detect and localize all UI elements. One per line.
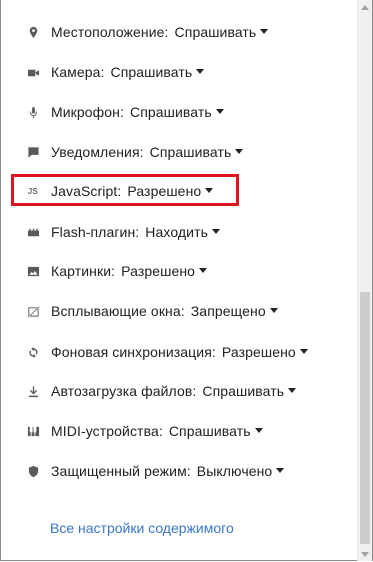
setting-row-auto-downloads[interactable]: Автозагрузка файлов: Спрашивать bbox=[26, 380, 297, 402]
setting-row-images[interactable]: Картинки: Разрешено bbox=[26, 260, 208, 282]
setting-label: Камера: bbox=[51, 64, 105, 80]
setting-value-dropdown[interactable]: Спрашивать bbox=[130, 104, 212, 120]
scroll-down-arrow-icon[interactable] bbox=[358, 547, 372, 561]
chevron-down-icon[interactable] bbox=[235, 148, 244, 154]
setting-row-flash[interactable]: Flash-плагин: Находить bbox=[26, 221, 220, 243]
setting-label: MIDI-устройства: bbox=[51, 423, 163, 439]
chevron-down-icon[interactable] bbox=[269, 307, 278, 313]
image-icon bbox=[26, 264, 40, 278]
setting-label: Автозагрузка файлов: bbox=[51, 383, 197, 399]
setting-value-dropdown[interactable]: Спрашивать bbox=[169, 423, 251, 439]
notification-icon bbox=[26, 145, 40, 159]
setting-value-dropdown[interactable]: Спрашивать bbox=[150, 144, 232, 160]
setting-row-popups[interactable]: Всплывающие окна: Запрещено bbox=[26, 300, 278, 322]
scroll-up-arrow-icon[interactable] bbox=[358, 0, 372, 14]
chevron-down-icon[interactable] bbox=[254, 427, 263, 433]
setting-value-dropdown[interactable]: Разрешено bbox=[121, 263, 195, 279]
setting-row-camera[interactable]: Камера: Спрашивать bbox=[26, 61, 205, 83]
setting-value-dropdown[interactable]: Спрашивать bbox=[175, 24, 257, 40]
chevron-down-icon[interactable] bbox=[212, 228, 220, 234]
setting-value-dropdown[interactable]: Находить bbox=[145, 224, 208, 240]
setting-row-microphone[interactable]: Микрофон: Спрашивать bbox=[26, 101, 224, 123]
setting-row-notifications[interactable]: Уведомления: Спрашивать bbox=[26, 141, 244, 163]
setting-row-protected-mode[interactable]: Защищенный режим: Выключено bbox=[26, 460, 285, 482]
camera-icon bbox=[26, 65, 40, 79]
setting-value-dropdown[interactable]: Спрашивать bbox=[202, 383, 284, 399]
flash-plugin-icon bbox=[26, 225, 40, 239]
setting-row-background-sync[interactable]: Фоновая синхронизация: Разрешено bbox=[26, 341, 308, 363]
chevron-down-icon[interactable] bbox=[215, 108, 224, 114]
setting-row-midi[interactable]: MIDI-устройства: Спрашивать bbox=[26, 420, 263, 442]
chevron-down-icon[interactable] bbox=[199, 267, 208, 273]
chevron-down-icon[interactable] bbox=[288, 387, 297, 393]
chevron-down-icon[interactable] bbox=[196, 68, 205, 74]
setting-label: Уведомления: bbox=[51, 144, 144, 160]
setting-value-dropdown[interactable]: Запрещено bbox=[191, 303, 266, 319]
shield-icon bbox=[26, 464, 40, 478]
chevron-down-icon[interactable] bbox=[260, 28, 269, 34]
setting-label: Местоположение: bbox=[51, 24, 169, 40]
location-pin-icon bbox=[26, 25, 40, 39]
setting-label: Защищенный режим: bbox=[51, 463, 191, 479]
sync-icon bbox=[26, 345, 40, 359]
setting-row-location[interactable]: Местоположение: Спрашивать bbox=[26, 21, 269, 43]
setting-value-dropdown[interactable]: Выключено bbox=[197, 463, 273, 479]
microphone-icon bbox=[26, 105, 40, 119]
midi-icon bbox=[26, 424, 40, 438]
javascript-highlight-box bbox=[11, 174, 239, 206]
scrollbar-thumb[interactable] bbox=[360, 292, 370, 544]
setting-label: Картинки: bbox=[51, 263, 116, 279]
download-icon bbox=[26, 384, 40, 398]
setting-label: Flash-плагин: bbox=[51, 224, 140, 240]
chevron-down-icon[interactable] bbox=[299, 348, 308, 354]
setting-label: Фоновая синхронизация: bbox=[51, 344, 216, 360]
setting-label: Всплывающие окна: bbox=[51, 303, 185, 319]
setting-label: Микрофон: bbox=[51, 104, 125, 120]
setting-value-dropdown[interactable]: Разрешено bbox=[222, 344, 296, 360]
setting-value-dropdown[interactable]: Спрашивать bbox=[111, 64, 193, 80]
all-content-settings-link[interactable]: Все настройки содержимого bbox=[50, 520, 234, 536]
popup-blocked-icon bbox=[26, 304, 40, 318]
chevron-down-icon[interactable] bbox=[276, 467, 285, 473]
